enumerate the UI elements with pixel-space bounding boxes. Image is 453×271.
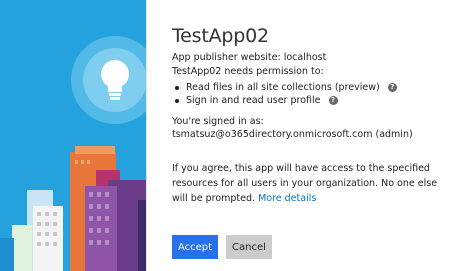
accept-button[interactable]: Accept: [172, 235, 218, 259]
more-details-link[interactable]: More details: [258, 193, 316, 204]
permission-item: Sign in and read user profile ?: [172, 94, 397, 107]
permission-item: Read files in all site collections (prev…: [172, 81, 397, 94]
consent-panel: TestApp02 App publisher website: localho…: [172, 0, 453, 271]
panel-divider: [146, 0, 147, 271]
app-title: TestApp02: [172, 25, 269, 47]
question-circle-icon[interactable]: ?: [328, 96, 338, 105]
cancel-button[interactable]: Cancel: [226, 235, 272, 259]
signed-in-as: You're signed in as: tsmatsuz@o365direct…: [172, 116, 413, 140]
bullet-icon: [175, 99, 179, 103]
hero-illustration: [0, 0, 146, 271]
bullet-icon: [175, 86, 179, 90]
cityscape-illustration: [0, 0, 146, 271]
publisher-website: App publisher website: localhost: [172, 52, 327, 63]
question-circle-icon[interactable]: ?: [387, 83, 397, 92]
consent-text-block: If you agree, this app will have access …: [172, 161, 450, 206]
permission-list: Read files in all site collections (prev…: [172, 81, 397, 107]
permission-intro: TestApp02 needs permission to:: [172, 66, 324, 77]
permission-label: Sign in and read user profile: [186, 95, 321, 106]
permission-label: Read files in all site collections (prev…: [186, 82, 380, 93]
